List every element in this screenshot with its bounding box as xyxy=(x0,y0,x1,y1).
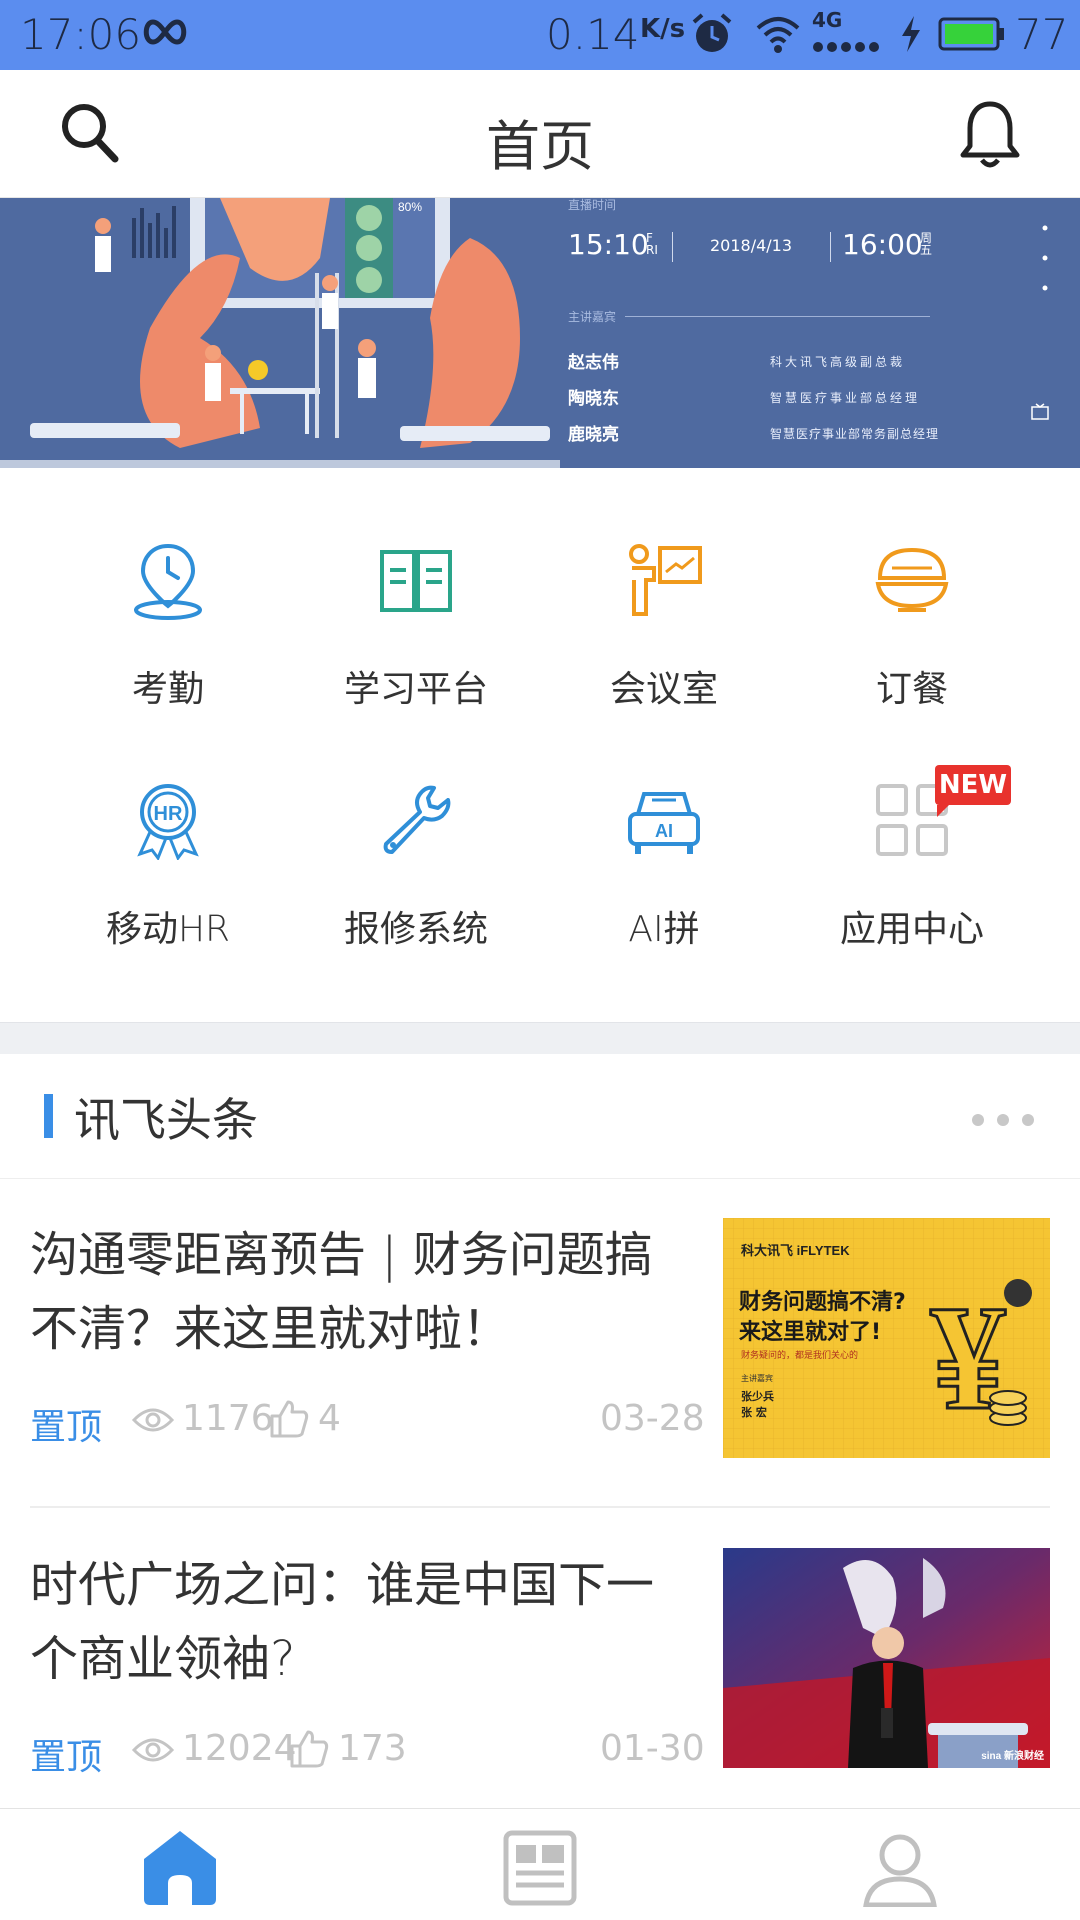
thumbs-up-icon[interactable] xyxy=(268,1398,310,1438)
svg-text:HR: HR xyxy=(154,803,183,825)
app-meal-order[interactable]: 订餐 xyxy=(787,470,1037,710)
new-badge: NEW xyxy=(935,765,1011,817)
screen-percent: 80% xyxy=(398,200,422,214)
infinity-icon xyxy=(143,19,187,45)
thumbnail-watermark: sina 新浪财经 xyxy=(981,1751,1044,1762)
like-count: 173 xyxy=(338,1728,407,1769)
presentation-icon xyxy=(629,544,702,616)
app-label: 考勤 xyxy=(131,669,204,710)
location-clock-icon xyxy=(134,543,202,620)
banner-dots xyxy=(1042,225,1048,291)
wrench-icon xyxy=(383,785,451,854)
more-icon[interactable] xyxy=(970,1112,1036,1128)
article-headline: 时代广场之问：谁是中国下一个商业领袖? xyxy=(30,1557,655,1687)
banner-day-start: FRI xyxy=(646,231,658,257)
thumbs-up-icon[interactable] xyxy=(288,1728,330,1768)
network-type: 4G xyxy=(812,8,843,32)
app-mobile-hr[interactable]: HR 移动HR xyxy=(43,710,293,950)
view-count: 12024 xyxy=(182,1728,297,1769)
banner-guest-name: 赵志伟 xyxy=(568,353,619,373)
app-repair-system[interactable]: 报修系统 xyxy=(291,710,541,950)
banner-guest-role: 科大讯飞高级副总裁 xyxy=(770,355,906,369)
banner-illustration: 80% xyxy=(0,198,560,468)
wifi-icon xyxy=(756,17,800,53)
article-thumbnail: ¥ 科大讯飞 iFLYTEK 财务问题搞不清? 来这里就对了! 财务疑问的，都是… xyxy=(723,1218,1050,1458)
news-article[interactable]: 沟通零距离预告 | 财务问题搞不清？来这里就对啦！ 置顶 1176 4 03-2… xyxy=(0,1180,1080,1508)
thumbnail-title: 来这里就对了! xyxy=(739,1320,882,1345)
banner-guests-label: 主讲嘉宾 xyxy=(568,310,617,324)
banner-guest-role: 智慧医疗事业部总经理 xyxy=(770,391,921,405)
home-icon[interactable] xyxy=(140,1827,220,1907)
app-app-center[interactable]: 应用中心 xyxy=(787,710,1037,950)
app-ai-carpool[interactable]: AI AI拼 xyxy=(539,710,789,950)
profile-icon[interactable] xyxy=(860,1827,940,1907)
svg-text:AI: AI xyxy=(655,821,673,841)
app-label: 会议室 xyxy=(609,669,718,710)
bell-icon[interactable] xyxy=(958,100,1022,170)
banner-guest-role: 智慧医疗事业部常务副总经理 xyxy=(770,427,940,441)
network-speed: 0.14 xyxy=(546,10,640,59)
tv-icon xyxy=(1031,403,1049,420)
app-learning-platform[interactable]: 学习平台 xyxy=(291,470,541,710)
banner-guest-name: 鹿晓亮 xyxy=(568,425,619,445)
app-label: 订餐 xyxy=(875,669,948,710)
app-label: 报修系统 xyxy=(343,909,488,950)
thumbnail-speaker: 张 宏 xyxy=(741,1406,767,1419)
news-section-header: 讯飞头条 xyxy=(0,1054,1080,1179)
pinned-tag: 置顶 xyxy=(30,1407,103,1448)
thumbnail-title: 财务问题搞不清? xyxy=(739,1290,906,1315)
section-accent-bar xyxy=(44,1094,53,1138)
app-attendance[interactable]: 考勤 xyxy=(43,470,293,710)
banner-time-label: 直播时间 xyxy=(568,198,617,212)
network-speed-unit: K/s xyxy=(640,14,686,44)
charging-icon xyxy=(902,16,920,52)
status-bar: 17:06 0.14 K/s 4G 77 xyxy=(0,0,1080,70)
banner-day-end: 周五 xyxy=(920,231,933,257)
section-divider xyxy=(0,1022,1080,1054)
thumbnail-subtitle: 财务疑问的，都是我们关心的 xyxy=(741,1351,859,1361)
promo-banner[interactable]: 80% 直播时间 15:10 FRI 2018/4/13 16:00 周五 主讲… xyxy=(0,198,1080,468)
thumbnail-speaker: 张少兵 xyxy=(741,1390,774,1403)
book-icon xyxy=(380,550,452,612)
bottom-navigation xyxy=(0,1808,1080,1920)
news-article[interactable]: 时代广场之问：谁是中国下一个商业领袖? 置顶 12024 173 01-30 s… xyxy=(0,1510,1080,1838)
app-header: 首页 xyxy=(0,70,1080,198)
pinned-tag: 置顶 xyxy=(30,1737,103,1778)
article-date: 01-30 xyxy=(600,1728,705,1769)
section-title: 讯飞头条 xyxy=(74,1093,258,1147)
app-label: 学习平台 xyxy=(343,669,488,710)
banner-guest-name: 陶晓东 xyxy=(568,389,619,409)
status-time: 17:06 xyxy=(20,10,142,59)
banner-date: 2018/4/13 xyxy=(710,236,793,255)
alarm-icon xyxy=(692,13,732,52)
article-divider xyxy=(30,1506,1050,1508)
eye-icon xyxy=(132,1738,174,1762)
app-label: 移动HR xyxy=(105,909,231,950)
article-thumbnail: sina 新浪财经 xyxy=(723,1548,1050,1768)
news-icon[interactable] xyxy=(500,1827,580,1907)
thumbnail-label: 主讲嘉宾 xyxy=(741,1374,773,1383)
banner-time-start: 15:10 xyxy=(568,228,649,261)
app-meeting-room[interactable]: 会议室 xyxy=(539,470,789,710)
banner-time-end: 16:00 xyxy=(842,228,923,261)
article-date: 03-28 xyxy=(600,1398,705,1439)
hr-badge-icon: HR xyxy=(137,784,199,860)
view-count: 1176 xyxy=(182,1398,274,1439)
app-label: 应用中心 xyxy=(839,909,984,950)
eye-icon xyxy=(132,1408,174,1432)
signal-icon xyxy=(813,42,879,52)
app-label: AI拼 xyxy=(628,909,700,950)
bowl-icon xyxy=(875,547,949,612)
battery-icon xyxy=(938,17,1004,51)
page-title: 首页 xyxy=(486,115,594,178)
like-count: 4 xyxy=(318,1398,341,1439)
article-headline: 沟通零距离预告 | 财务问题搞不清？来这里就对啦！ xyxy=(30,1227,653,1357)
thumbnail-brand: 科大讯飞 iFLYTEK xyxy=(741,1243,850,1258)
ai-car-icon: AI xyxy=(628,792,700,854)
battery-level: 77 xyxy=(1015,10,1069,59)
app-grid: 考勤 学习平台 会议室 订餐 HR 移动HR 报修系统 AI AI拼 应用中心 xyxy=(0,470,1080,1020)
